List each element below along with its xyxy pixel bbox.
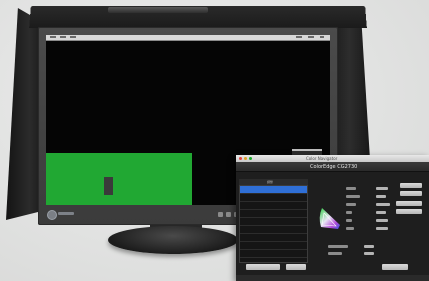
info-label [346, 187, 356, 190]
green-test-patch [46, 153, 192, 205]
info-value [376, 187, 388, 190]
app-heading: ColorEdge CG2730 [310, 164, 358, 170]
menu-item [70, 36, 76, 38]
info-value [364, 245, 374, 248]
monitor-button[interactable] [226, 212, 231, 217]
side-button[interactable] [400, 183, 422, 188]
info-value [376, 195, 386, 198]
menu-status-item [320, 36, 324, 38]
close-icon[interactable] [239, 157, 242, 160]
side-button[interactable] [400, 191, 422, 196]
list-item[interactable] [240, 194, 307, 202]
window-footer [236, 275, 429, 281]
app-window: Color Navigator ColorEdge CG2730 調整 [236, 155, 429, 281]
info-value [364, 252, 374, 255]
side-button[interactable] [396, 209, 422, 214]
menu-item [60, 36, 66, 38]
monitor-stand-base [108, 226, 238, 254]
list-item[interactable] [240, 202, 307, 210]
monitor-hood-left-panel [6, 8, 40, 220]
list-item[interactable] [240, 218, 307, 226]
bottom-button[interactable] [382, 264, 408, 270]
list-item[interactable] [240, 242, 307, 250]
list-item[interactable] [240, 250, 307, 258]
info-value [376, 227, 388, 230]
bottom-button[interactable] [246, 264, 280, 270]
list-item[interactable] [240, 234, 307, 242]
list-item[interactable] [240, 186, 307, 194]
side-button[interactable] [396, 201, 422, 206]
info-label [346, 195, 360, 198]
menu-status-item [296, 36, 302, 38]
menu-item [50, 36, 56, 38]
target-list [239, 185, 308, 263]
sensor-block [104, 177, 113, 195]
desktop-menu-bar [46, 35, 330, 41]
info-label [346, 203, 356, 206]
info-label [346, 227, 354, 230]
info-value [376, 211, 386, 214]
product-photo: Color Navigator ColorEdge CG2730 調整 [0, 0, 429, 281]
info-label [346, 211, 352, 214]
window-title: Color Navigator [306, 156, 338, 161]
menu-status-item [308, 36, 314, 38]
info-label [328, 252, 342, 255]
info-label [328, 245, 348, 248]
gamut-diagram [319, 208, 340, 229]
info-label [346, 219, 352, 222]
zoom-icon[interactable] [249, 157, 252, 160]
minimize-icon[interactable] [244, 157, 247, 160]
brand-logo-icon [47, 210, 57, 220]
list-item[interactable] [240, 226, 307, 234]
list-item[interactable] [240, 210, 307, 218]
window-titlebar: Color Navigator [236, 155, 429, 162]
brand-logo-text [58, 212, 74, 215]
monitor-button[interactable] [218, 212, 223, 217]
info-value [376, 219, 388, 222]
info-value [376, 203, 390, 206]
bottom-button[interactable] [286, 264, 306, 270]
hood-latch [108, 7, 208, 13]
